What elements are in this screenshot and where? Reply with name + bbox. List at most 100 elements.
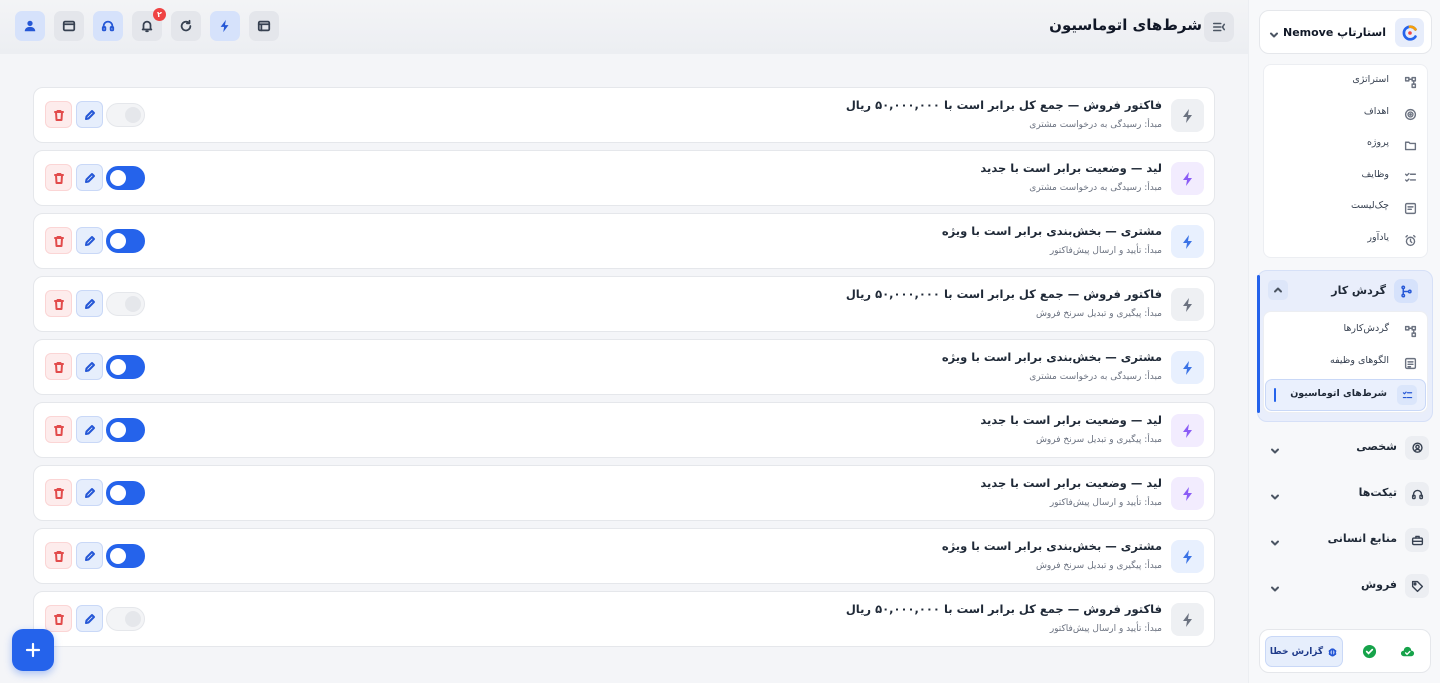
sidebar-section[interactable]: تیکت‌ها [1263,479,1429,509]
rule-enabled-toggle[interactable] [106,355,145,379]
project-menu: استراتژی اهداف پروژه وظایف چک‌لیست یادآور [1263,64,1428,258]
bolt-icon [1171,351,1204,384]
rule-title: فاکتور فروش — جمع کل برابر است با ۵۰,۰۰۰… [845,287,1162,301]
sidebar-item-label: وظایف [1361,168,1389,180]
rule-enabled-toggle[interactable] [106,103,145,127]
edit-rule-button[interactable] [76,101,103,128]
workflow-header[interactable]: گردش کار [1266,279,1424,303]
rule-row: لید — وضعیت برابر است با جدید مبدأ: پیگیر… [33,402,1215,458]
sidebar-toggle-button[interactable] [1204,12,1234,42]
rule-title: لید — وضعیت برابر است با جدید [980,161,1162,175]
rule-enabled-toggle[interactable] [106,481,145,505]
headset-icon [1405,482,1429,506]
sidebar-item-label: یادآور [1367,231,1389,243]
workflow-label: گردش کار [1331,284,1386,297]
rule-source: مبدأ: رسیدگی به درخواست مشتری [1029,120,1162,130]
project-switcher[interactable]: استارتاپ Nemove [1259,10,1432,54]
notifications-button[interactable]: ۲ [132,8,166,41]
delete-rule-button[interactable] [45,290,72,317]
delete-rule-button[interactable] [45,479,72,506]
browser-button[interactable] [249,11,279,41]
automation-button[interactable] [210,11,240,41]
sidebar-section[interactable]: فروش [1263,571,1429,601]
edit-rule-button[interactable] [76,227,103,254]
bolt-icon [1171,225,1204,258]
workflows-icon [1404,323,1417,338]
rule-row: مشتری — بخش‌بندی برابر است با ویژه مبدأ: … [33,528,1215,584]
edit-rule-button[interactable] [76,290,103,317]
sidebar-item[interactable]: وظایف [1264,161,1427,191]
add-rule-button[interactable] [12,629,54,671]
toggle-knob [110,170,126,186]
chevron-up-icon[interactable] [1268,280,1288,300]
refresh-button[interactable] [171,11,201,41]
toggle-knob [110,233,126,249]
sidebar-item[interactable]: چک‌لیست [1264,192,1427,222]
edit-rule-button[interactable] [76,605,103,632]
rule-enabled-toggle[interactable] [106,607,145,631]
profile-button[interactable] [15,11,45,41]
edit-rule-button[interactable] [76,164,103,191]
rule-row: فاکتور فروش — جمع کل برابر است با ۵۰,۰۰۰… [33,591,1215,647]
delete-rule-button[interactable] [45,101,72,128]
folder-icon [1404,137,1417,151]
rule-enabled-toggle[interactable] [106,292,145,316]
sidebar-section-label: تیکت‌ها [1358,486,1397,499]
support-button[interactable] [93,11,123,41]
trash-icon [53,424,64,436]
toggle-knob [110,359,126,375]
delete-rule-button[interactable] [45,542,72,569]
workflow-item-label: شرط‌های اتوماسیون [1290,388,1387,399]
cloud-sync-button[interactable] [1390,636,1424,667]
sidebar-item[interactable]: اهداف [1264,98,1427,128]
alarm-icon [1404,232,1417,246]
notification-badge: ۲ [153,8,166,21]
rule-title: فاکتور فروش — جمع کل برابر است با ۵۰,۰۰۰… [845,602,1162,616]
edit-rule-button[interactable] [76,479,103,506]
toggle-knob [110,485,126,501]
rule-row: مشتری — بخش‌بندی برابر است با ویژه مبدأ: … [33,213,1215,269]
sidebar-section[interactable]: منابع انسانی [1263,525,1429,555]
rule-enabled-toggle[interactable] [106,544,145,568]
delete-rule-button[interactable] [45,416,72,443]
rule-title: لید — وضعیت برابر است با جدید [980,413,1162,427]
user-icon [24,20,36,32]
sidebar-item-label: چک‌لیست [1351,200,1389,211]
chevron-down-icon[interactable] [1269,534,1281,553]
delete-rule-button[interactable] [45,164,72,191]
rule-enabled-toggle[interactable] [106,166,145,190]
delete-rule-button[interactable] [45,353,72,380]
edit-rule-button[interactable] [76,353,103,380]
report-bug-label: گزارش خطا [1269,646,1324,657]
chevron-down-icon[interactable] [1269,580,1281,599]
sidebar-item[interactable]: استراتژی [1264,66,1427,96]
window-button[interactable] [54,11,84,41]
rule-source: مبدأ: پیگیری و تبدیل سرنخ فروش [1035,435,1162,445]
delete-rule-button[interactable] [45,227,72,254]
active-section-indicator [1257,275,1260,413]
pencil-icon [84,613,95,624]
chevron-down-icon[interactable] [1269,488,1281,507]
rule-row: لید — وضعیت برابر است با جدید مبدأ: تأیید… [33,465,1215,521]
workflow-item[interactable]: الگوهای وظیفه [1264,347,1427,377]
rule-row: فاکتور فروش — جمع کل برابر است با ۵۰,۰۰۰… [33,276,1215,332]
browser-icon [257,20,271,32]
chevron-down-icon[interactable] [1269,442,1281,461]
report-bug-button[interactable]: گزارش خطا [1265,636,1343,667]
workflow-menu: گردش‌کارها الگوهای وظیفه شرط‌های اتوماسیون [1263,311,1428,413]
sidebar-item[interactable]: یادآور [1264,224,1427,254]
rule-enabled-toggle[interactable] [106,229,145,253]
sidebar-item[interactable]: پروژه [1264,129,1427,159]
pencil-icon [84,298,95,309]
workflow-item[interactable]: شرط‌های اتوماسیون [1265,379,1426,411]
edit-rule-button[interactable] [76,416,103,443]
rule-row: مشتری — بخش‌بندی برابر است با ویژه مبدأ: … [33,339,1215,395]
pencil-icon [84,550,95,561]
workflow-item[interactable]: گردش‌کارها [1264,315,1427,345]
strategy-icon [1404,74,1417,89]
sidebar-section[interactable]: شخصی [1263,433,1429,463]
rule-enabled-toggle[interactable] [106,418,145,442]
edit-rule-button[interactable] [76,542,103,569]
delete-rule-button[interactable] [45,605,72,632]
status-ok-button[interactable] [1352,636,1386,667]
